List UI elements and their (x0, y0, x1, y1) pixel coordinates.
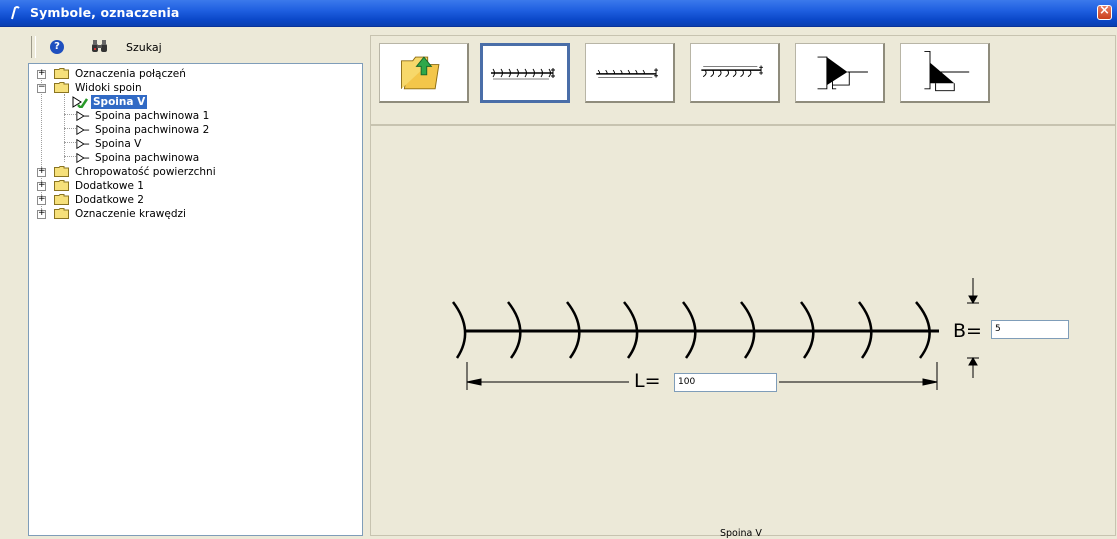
tree-item-label: Spoina pachwinowa 2 (95, 124, 210, 136)
folder-icon (54, 180, 69, 191)
folder-icon (54, 68, 69, 79)
weld-section-fillet-icon (924, 51, 970, 92)
tree-item-label: Oznaczenia połączeń (75, 68, 186, 80)
tree-item[interactable]: Spoina V (29, 95, 359, 109)
weld-fillet-section-button[interactable] (900, 43, 990, 103)
tree-item[interactable]: + Oznaczenia połączeń (29, 67, 359, 81)
close-icon: × (1099, 3, 1110, 18)
weld-v-symbol-icon (491, 68, 555, 80)
weld-fillet-symbol-icon (596, 68, 658, 78)
tree-item[interactable]: + Dodatkowe 2 (29, 193, 359, 207)
expand-icon[interactable]: + (37, 194, 46, 205)
tree-item[interactable]: Spoina pachwinowa 1 (29, 109, 359, 123)
open-folder-icon (401, 56, 440, 90)
weld-fillet-2-button[interactable] (690, 43, 780, 103)
expand-icon[interactable]: + (37, 68, 46, 79)
search-label[interactable]: Szukaj (126, 41, 162, 54)
tree-item-label: Dodatkowe 1 (75, 180, 144, 192)
open-folder-button[interactable] (379, 43, 469, 103)
tree-item[interactable]: − Widoki spoin (29, 81, 359, 95)
expand-icon[interactable]: + (37, 208, 46, 219)
tree-item-label: Widoki spoin (75, 82, 142, 94)
tree-item[interactable]: Spoina pachwinowa 2 (29, 123, 359, 137)
weld-section-v-icon (817, 56, 868, 90)
title-bar: Symbole, oznaczenia × (0, 0, 1117, 27)
tree-item-label: Oznaczenie krawędzi (75, 208, 186, 220)
tree-item-label: Spoina pachwinowa (95, 152, 200, 164)
weld-v-button[interactable] (480, 43, 570, 103)
app-icon (11, 6, 20, 20)
toolbar-grip[interactable] (31, 36, 36, 58)
tree-item-label: Dodatkowe 2 (75, 194, 144, 206)
weld-preview: B= 5 L= 100 Spoina V (370, 125, 1116, 539)
tree-item[interactable]: + Chropowatość powierzchni (29, 165, 359, 179)
expand-icon[interactable]: + (37, 166, 46, 177)
folder-icon (54, 208, 69, 219)
tree-item[interactable]: + Oznaczenie krawędzi (29, 207, 359, 221)
tree-item-label: Spoina V (95, 138, 142, 150)
l-dimension-label: L= (634, 370, 661, 392)
symbol-palette (370, 35, 1116, 125)
folder-icon (54, 194, 69, 205)
folder-icon (54, 166, 69, 177)
weld-symbol-selected-icon (72, 96, 88, 108)
b-dimension-input[interactable]: 5 (991, 320, 1069, 339)
weld-symbol-icon (76, 152, 90, 164)
weld-v-section-button[interactable] (795, 43, 885, 103)
weld-fillet-1-button[interactable] (585, 43, 675, 103)
help-icon[interactable]: ? (50, 40, 64, 54)
tree-toolbar: ? Szukaj (28, 33, 358, 61)
tree-item-label: Chropowatość powierzchni (75, 166, 216, 178)
expand-icon[interactable]: + (37, 180, 46, 191)
collapse-icon[interactable]: − (37, 82, 46, 93)
binoculars-icon[interactable] (91, 38, 109, 54)
tree-item[interactable]: + Dodatkowe 1 (29, 179, 359, 193)
tree-item-label: Spoina pachwinowa 1 (95, 110, 210, 122)
weld-symbol-icon (76, 124, 90, 136)
preview-caption: Spoina V (720, 528, 762, 539)
weld-symbol-icon (76, 110, 90, 122)
b-dimension-label: B= (953, 320, 982, 342)
tree-item-label: Spoina V (91, 95, 148, 109)
weld-fillet-symbol-icon (701, 65, 763, 78)
close-button[interactable]: × (1097, 3, 1112, 20)
symbol-tree[interactable]: + Oznaczenia połączeń − Widoki spoin Spo… (28, 63, 363, 536)
l-dimension-input[interactable]: 100 (674, 373, 777, 392)
window-title: Symbole, oznaczenia (30, 5, 180, 20)
folder-open-icon (54, 82, 69, 93)
weld-symbol-icon (76, 138, 90, 150)
tree-item[interactable]: Spoina V (29, 137, 359, 151)
tree-item[interactable]: Spoina pachwinowa (29, 151, 359, 165)
